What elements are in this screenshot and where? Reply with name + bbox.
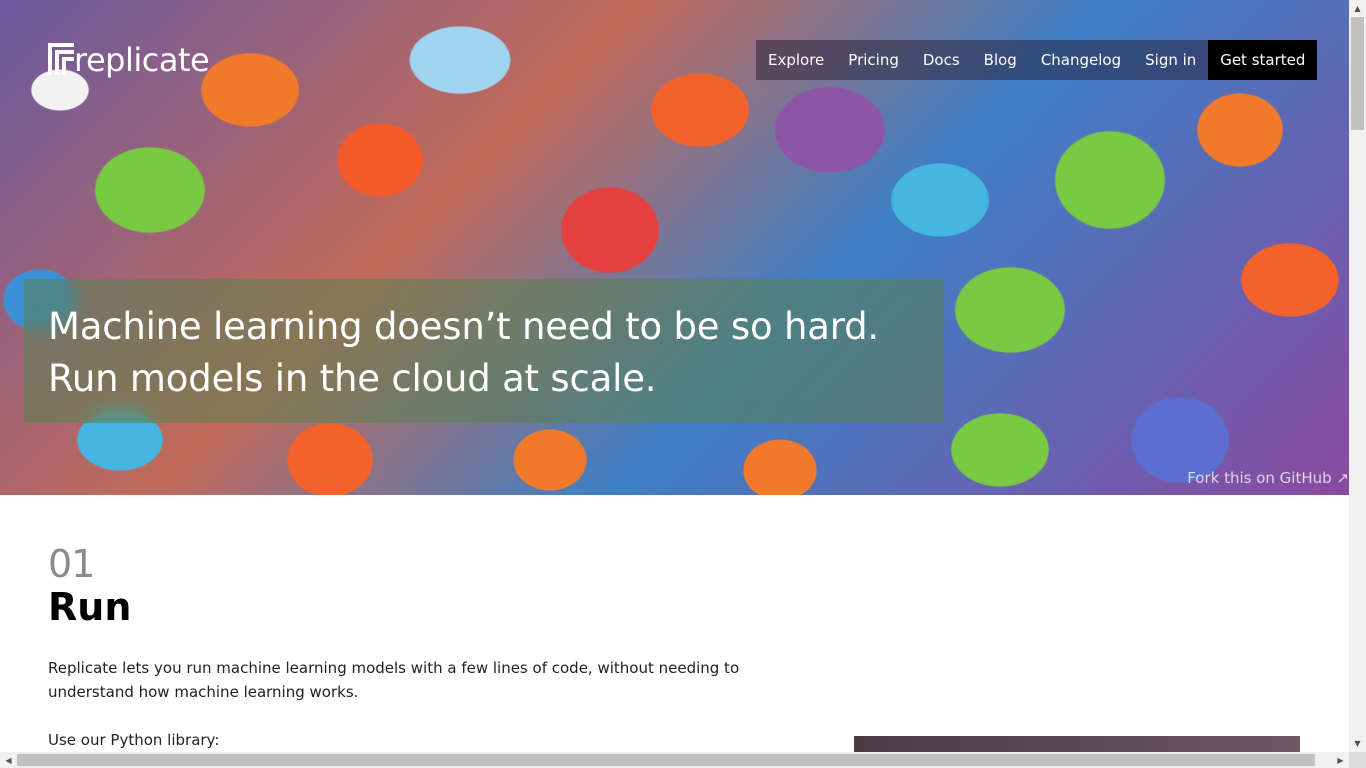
hero-tagline: Machine learning doesn’t need to be so h… [24,279,944,423]
brand-name: replicate [74,41,210,79]
get-started-button[interactable]: Get started [1208,40,1318,80]
python-library-label: Use our Python library: [48,731,220,749]
nav-docs[interactable]: Docs [911,40,972,80]
section-title: Run [48,585,132,629]
nav-sign-in[interactable]: Sign in [1133,40,1208,80]
top-nav: Explore Pricing Docs Blog Changelog Sign… [756,40,1318,80]
nav-blog[interactable]: Blog [972,40,1029,80]
nav-changelog[interactable]: Changelog [1029,40,1133,80]
scrollbar-corner [1349,752,1366,768]
fork-on-github-link[interactable]: Fork this on GitHub ↗ [1187,469,1349,487]
nav-pricing[interactable]: Pricing [836,40,911,80]
nav-explore[interactable]: Explore [756,40,836,80]
hero-headline-line-1: Machine learning doesn’t need to be so h… [48,305,879,348]
scroll-left-arrow-icon[interactable]: ◀ [0,752,17,768]
demo-media [854,736,1300,752]
scroll-down-arrow-icon[interactable]: ▼ [1349,735,1366,752]
scroll-right-arrow-icon[interactable]: ▶ [1332,752,1349,768]
horizontal-scrollbar-thumb[interactable] [17,754,1315,766]
hero-banner: replicate Explore Pricing Docs Blog Chan… [0,0,1349,495]
replicate-logo-mark-icon [48,43,74,75]
hero-headline-line-2: Run models in the cloud at scale. [48,357,657,400]
vertical-scrollbar-thumb[interactable] [1351,17,1364,130]
replicate-logo[interactable]: replicate [48,40,210,79]
scroll-up-arrow-icon[interactable]: ▲ [1349,0,1366,17]
section-number: 01 [48,542,95,586]
section-description: Replicate lets you run machine learning … [48,659,740,701]
